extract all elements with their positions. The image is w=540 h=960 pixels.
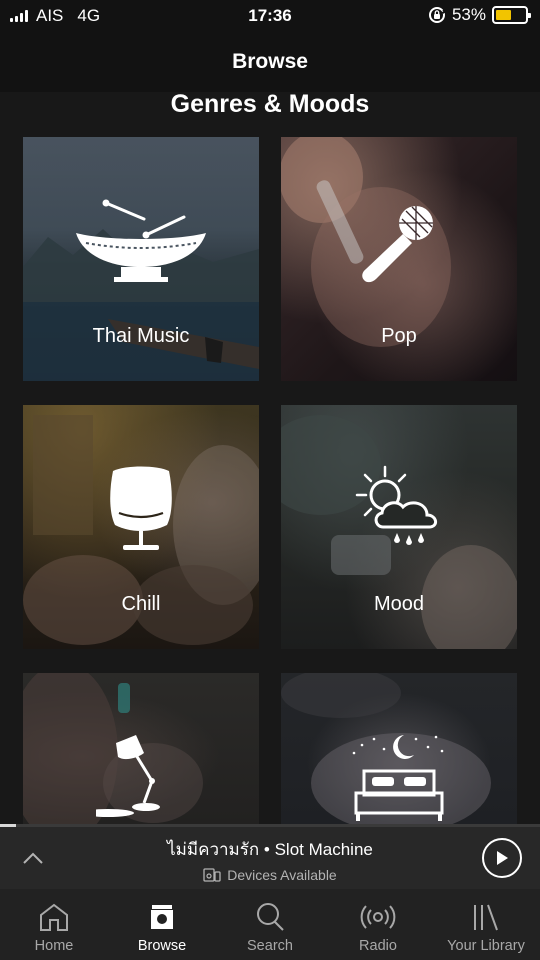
genre-tile-sleep[interactable] — [281, 673, 517, 825]
tab-label: Your Library — [447, 938, 525, 954]
egg-chair-icon — [23, 463, 259, 553]
section-title: Genres & Moods — [170, 90, 370, 118]
tab-home[interactable]: Home — [0, 889, 108, 960]
devices-icon — [203, 868, 221, 882]
rotation-lock-icon — [428, 7, 446, 23]
play-icon — [497, 851, 508, 865]
battery-fill — [496, 10, 511, 20]
battery-icon — [492, 6, 531, 24]
home-icon — [38, 902, 70, 932]
genre-tile-mood[interactable]: Mood — [281, 405, 517, 649]
play-button[interactable] — [482, 838, 522, 878]
tab-bar: Home Browse Search Radio Your Library — [0, 889, 540, 960]
radio-icon — [360, 902, 396, 932]
search-icon — [254, 902, 286, 932]
tile-label: Pop — [381, 325, 417, 347]
now-playing-info[interactable]: ไม่มีความรัก • Slot Machine Devices Avai… — [80, 836, 460, 883]
status-bar: AIS 4G 17:36 53% — [0, 0, 540, 32]
tab-search[interactable]: Search — [216, 889, 324, 960]
devices-available[interactable]: Devices Available — [80, 867, 460, 883]
tab-label: Home — [34, 938, 74, 954]
tab-radio[interactable]: Radio — [324, 889, 432, 960]
sun-cloud-rain-icon — [281, 463, 517, 553]
genre-tile-thai-music[interactable]: Thai Music — [23, 137, 259, 381]
tab-label: Search — [247, 938, 293, 954]
thai-drum-icon — [23, 195, 259, 285]
page-title: Browse — [232, 50, 308, 73]
genre-tile-focus[interactable] — [23, 673, 259, 825]
tab-library[interactable]: Your Library — [432, 889, 540, 960]
bed-moon-icon — [281, 731, 517, 825]
chevron-up-icon[interactable] — [20, 845, 46, 871]
now-playing-bar[interactable]: ไม่มีความรัก • Slot Machine Devices Avai… — [0, 827, 540, 889]
library-icon — [470, 902, 502, 932]
now-playing-title: ไม่มีความรัก • Slot Machine — [167, 840, 373, 859]
desk-lamp-icon — [23, 731, 259, 821]
tile-label: Chill — [121, 593, 161, 615]
status-right: 53% — [428, 5, 531, 25]
browse-icon — [146, 902, 178, 932]
tab-browse[interactable]: Browse — [108, 889, 216, 960]
header: Browse — [0, 32, 540, 92]
devices-label: Devices Available — [227, 867, 337, 883]
genre-tile-pop[interactable]: Pop — [281, 137, 517, 381]
tile-label: Mood — [373, 593, 425, 615]
tab-label: Browse — [137, 938, 187, 954]
microphone-icon — [281, 201, 517, 291]
tab-label: Radio — [359, 938, 397, 954]
tile-label: Thai Music — [92, 325, 190, 347]
genre-tile-chill[interactable]: Chill — [23, 405, 259, 649]
battery-percent: 53% — [451, 5, 486, 24]
